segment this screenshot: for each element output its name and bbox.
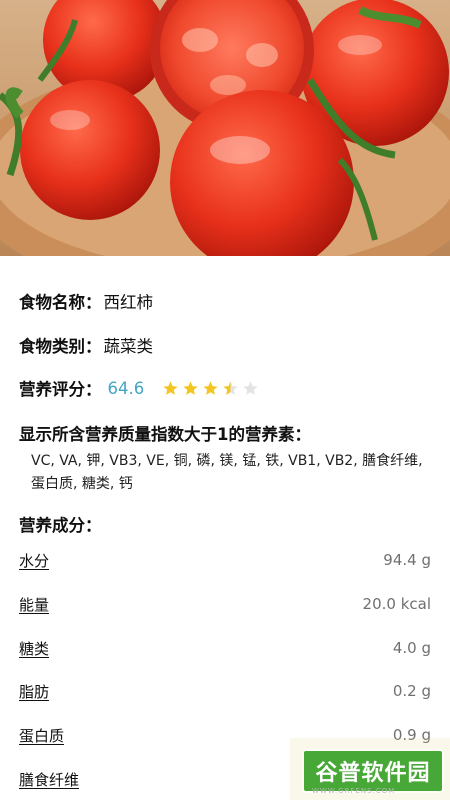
composition-heading: 营养成分： [19, 516, 102, 535]
nutrient-value: 94.4 g [383, 551, 431, 569]
star-icon [203, 380, 218, 395]
nutrient-name-link[interactable]: 糖类 [19, 638, 49, 659]
nutrient-name-link[interactable]: 能量 [19, 594, 49, 615]
high-quality-nutrients-list: VC, VA, 钾, VB3, VE, 铜, 磷, 镁, 锰, 铁, VB1, … [31, 453, 423, 492]
nutrient-value: 0.2 g [392, 682, 431, 700]
food-name-row: 食物名称： 西红柿 [19, 289, 153, 313]
watermark-logo: 谷普软件园 [304, 751, 442, 791]
tomato-illustration [0, 0, 450, 256]
nutrient-row[interactable]: 脂肪 0.2 g [19, 680, 431, 702]
nutrition-score-row: 营养评分： 64.6 [19, 376, 262, 400]
nutrition-score-label: 营养评分： [19, 380, 102, 399]
food-category-label: 食物类别： [19, 337, 102, 356]
nutrient-name-link[interactable]: 脂肪 [19, 681, 49, 702]
watermark-url: WWW.GRFENS.COM [312, 787, 396, 795]
food-name-label: 食物名称： [19, 293, 102, 312]
food-name-value: 西红柿 [103, 293, 154, 312]
nutrient-name-link[interactable]: 膳食纤维 [19, 769, 79, 790]
star-icon [163, 380, 178, 395]
nutrient-row[interactable]: 水分 94.4 g [19, 549, 431, 571]
food-photo [0, 0, 450, 256]
nutrient-value: 4.0 g [392, 639, 431, 657]
nutrient-row[interactable]: 糖类 4.0 g [19, 637, 431, 659]
nutrition-score-value: 64.6 [107, 378, 145, 398]
rating-stars [162, 380, 262, 397]
star-icon [223, 380, 238, 395]
watermark-text: 谷普软件园 [315, 761, 431, 786]
nutrient-row[interactable]: 能量 20.0 kcal [19, 593, 431, 615]
star-icon [183, 380, 198, 395]
nutrient-name-link[interactable]: 水分 [19, 550, 49, 571]
high-quality-nutrients-heading: 显示所含营养质量指数大于1的营养素： [19, 425, 311, 444]
food-category-row: 食物类别： 蔬菜类 [19, 333, 153, 357]
food-detail-panel: 食物名称： 西红柿 食物类别： 蔬菜类 营养评分： 64.6 显示所含营养质量指… [0, 256, 450, 800]
star-icon [243, 380, 258, 395]
food-category-value: 蔬菜类 [103, 337, 154, 356]
nutrient-value: 20.0 kcal [362, 595, 431, 613]
nutrient-name-link[interactable]: 蛋白质 [19, 725, 64, 746]
